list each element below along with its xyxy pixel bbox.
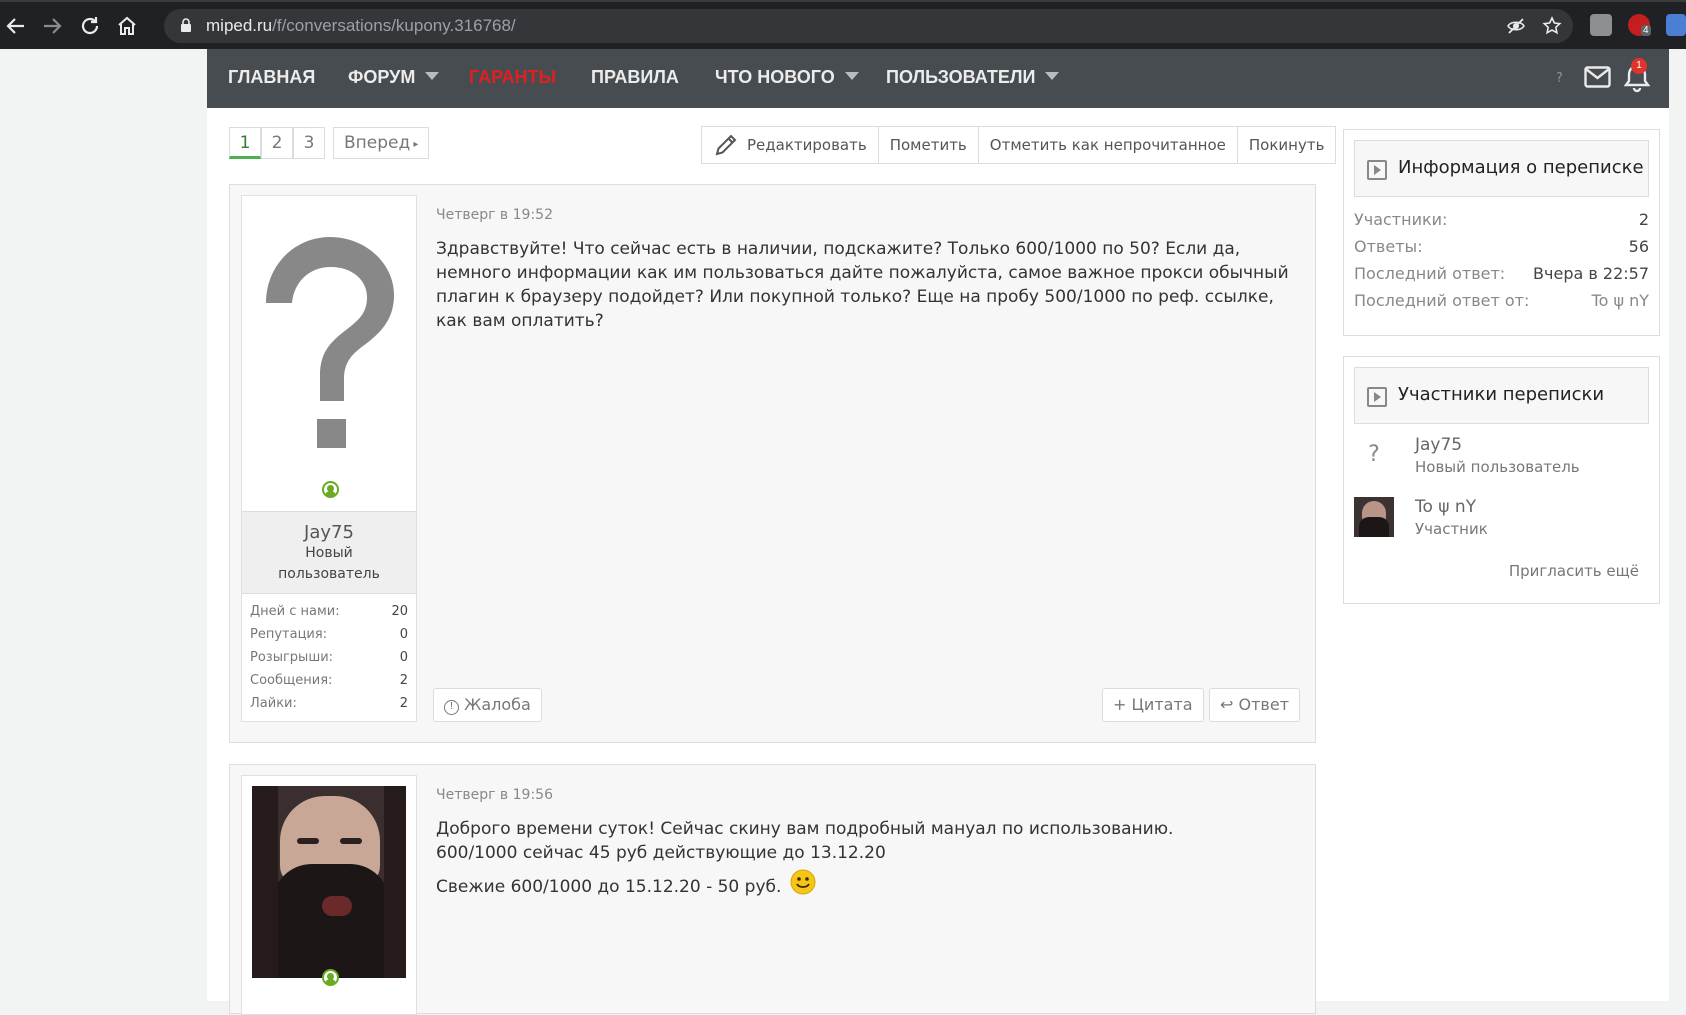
participant-name[interactable]: Jay75: [1415, 435, 1462, 455]
bookmark-star-icon[interactable]: [1541, 16, 1563, 38]
page-link-1[interactable]: 1: [229, 127, 261, 159]
nav-members[interactable]: ПОЛЬЗОВАТЕЛИ: [886, 67, 1060, 88]
help-link[interactable]: ?: [1556, 71, 1563, 86]
reload-icon[interactable]: [78, 14, 102, 38]
plus-icon: +: [1113, 695, 1127, 714]
page-link-2[interactable]: 2: [261, 127, 293, 159]
pencil-icon: [715, 134, 737, 156]
last-reply-date[interactable]: Вчера в 22:57: [1533, 264, 1649, 283]
collapse-toggle-icon[interactable]: [1367, 160, 1387, 180]
message-text: Здравствуйте! Что сейчас есть в наличии,…: [436, 239, 1289, 331]
nav-whats-new[interactable]: ЧТО НОВОГО: [715, 67, 859, 88]
conversation-info-block: Информация о переписке Участники: 2 Ответ…: [1343, 129, 1660, 336]
notification-badge: 1: [1631, 58, 1647, 74]
tracking-blocked-icon[interactable]: [1505, 16, 1527, 38]
report-button[interactable]: ! Жалоба: [433, 688, 542, 722]
invite-more-link[interactable]: Пригласить ещё: [1509, 562, 1639, 580]
stat-row: Сообщения: 2: [250, 673, 408, 688]
lock-icon: [181, 18, 191, 32]
back-icon[interactable]: [4, 14, 28, 38]
chevron-down-icon[interactable]: [425, 72, 440, 80]
chevron-right-icon: ▸: [410, 139, 419, 150]
message-date[interactable]: Четверг в 19:52: [436, 207, 553, 223]
mail-icon[interactable]: [1584, 66, 1611, 88]
forward-icon[interactable]: [40, 14, 64, 38]
participant-title: Участник: [1415, 520, 1488, 538]
chevron-down-icon[interactable]: [1045, 72, 1060, 80]
last-reply-user[interactable]: To ψ nY: [1592, 291, 1649, 310]
reply-button[interactable]: ↩ Ответ: [1209, 688, 1301, 722]
smile-emoji-icon: [790, 869, 816, 895]
nav-guarantors[interactable]: ГАРАНТЫ: [469, 67, 556, 88]
participant-avatar[interactable]: ?: [1354, 435, 1394, 475]
message-date[interactable]: Четверг в 19:56: [436, 787, 553, 803]
translate-extension-icon[interactable]: [1666, 14, 1686, 36]
stat-row: Дней с нами: 20: [250, 604, 408, 619]
participants-header[interactable]: Участники переписки: [1354, 367, 1649, 424]
edit-button[interactable]: Редактировать: [702, 127, 879, 163]
stat-row: Розыгрыши: 0: [250, 650, 408, 665]
participant-item[interactable]: To ψ nY Участник: [1354, 497, 1649, 539]
user-card: [241, 775, 417, 1015]
mark-button[interactable]: Пометить: [879, 127, 979, 163]
nav-forum[interactable]: ФОРУМ: [348, 67, 440, 88]
conversation-actions: Редактировать Пометить Отметить как непр…: [701, 126, 1337, 164]
online-status-icon: [322, 481, 339, 498]
participant-item[interactable]: ? Jay75 Новый пользователь: [1354, 435, 1649, 477]
online-status-icon: [322, 969, 339, 986]
participants-block: Участники переписки ? Jay75 Новый пользо…: [1343, 356, 1660, 604]
site-navigation: ГЛАВНАЯ ФОРУМ ГАРАНТЫ ПРАВИЛА ЧТО НОВОГО…: [207, 49, 1669, 108]
username[interactable]: Jay75: [242, 522, 416, 543]
browser-toolbar: miped.ru/f/conversations/kupony.316768/ …: [0, 0, 1686, 49]
url-path: /f/conversations/kupony.316768/: [272, 16, 516, 35]
address-bar[interactable]: miped.ru/f/conversations/kupony.316768/: [164, 9, 1573, 43]
adblock-extension-icon[interactable]: 4: [1628, 14, 1651, 36]
info-title: Информация о переписке: [1398, 157, 1644, 178]
stat-row: Репутация: 0: [250, 627, 408, 642]
url-text: miped.ru/f/conversations/kupony.316768/: [206, 16, 516, 36]
message-text: Доброго времени суток! Сейчас скину вам …: [436, 817, 1306, 899]
message: Четверг в 19:56 Доброго времени суток! С…: [229, 764, 1316, 1015]
stat-row: Лайки: 2: [250, 696, 408, 711]
nav-home[interactable]: ГЛАВНАЯ: [228, 67, 315, 88]
chevron-down-icon[interactable]: [844, 72, 859, 80]
participant-title: Новый пользователь: [1415, 458, 1580, 476]
participant-avatar[interactable]: [1354, 497, 1394, 537]
participants-title: Участники переписки: [1398, 384, 1605, 405]
quote-button[interactable]: + Цитата: [1102, 688, 1204, 722]
question-mark-avatar-icon: [266, 237, 394, 448]
pagination: 1 2 3 Вперед ▸: [229, 127, 430, 159]
message-line: Свежие 600/1000 до 15.12.20 - 50 руб.: [436, 877, 782, 897]
avatar[interactable]: [242, 196, 416, 511]
nav-rules[interactable]: ПРАВИЛА: [591, 67, 679, 88]
page-link-3[interactable]: 3: [293, 127, 325, 159]
info-header[interactable]: Информация о переписке: [1354, 140, 1649, 197]
user-stats: Дней с нами: 20 Репутация: 0 Розыгрыши: 0 С…: [242, 594, 416, 721]
extension-icon[interactable]: [1590, 14, 1612, 36]
message-line-with-emoji: Свежие 600/1000 до 15.12.20 - 50 руб.: [436, 869, 1306, 899]
info-row: Последний ответ от: To ψ nY: [1354, 291, 1649, 310]
leave-button[interactable]: Покинуть: [1238, 127, 1336, 163]
home-icon[interactable]: [115, 14, 139, 38]
page-background: [0, 49, 207, 1001]
info-row: Последний ответ: Вчера в 22:57: [1354, 264, 1649, 283]
collapse-toggle-icon[interactable]: [1367, 387, 1387, 407]
message: Jay75 Новый пользователь Дней с нами: 20 …: [229, 184, 1316, 743]
user-title: Новый пользователь: [278, 545, 380, 582]
avatar[interactable]: [252, 786, 406, 978]
user-card: Jay75 Новый пользователь Дней с нами: 20 …: [241, 195, 417, 722]
reply-arrow-icon: ↩: [1220, 695, 1234, 714]
info-row: Участники: 2: [1354, 210, 1649, 229]
info-row: Ответы: 56: [1354, 237, 1649, 256]
message-line: Доброго времени суток! Сейчас скину вам …: [436, 819, 1174, 839]
warning-icon: !: [444, 700, 459, 715]
participant-name[interactable]: To ψ nY: [1415, 497, 1476, 517]
next-page-button[interactable]: Вперед ▸: [333, 127, 430, 159]
mark-unread-button[interactable]: Отметить как непрочитанное: [979, 127, 1238, 163]
url-host: miped.ru: [206, 16, 273, 35]
extension-badge: 4: [1641, 25, 1651, 36]
message-line: 600/1000 сейчас 45 руб действующие до 13…: [436, 843, 886, 863]
